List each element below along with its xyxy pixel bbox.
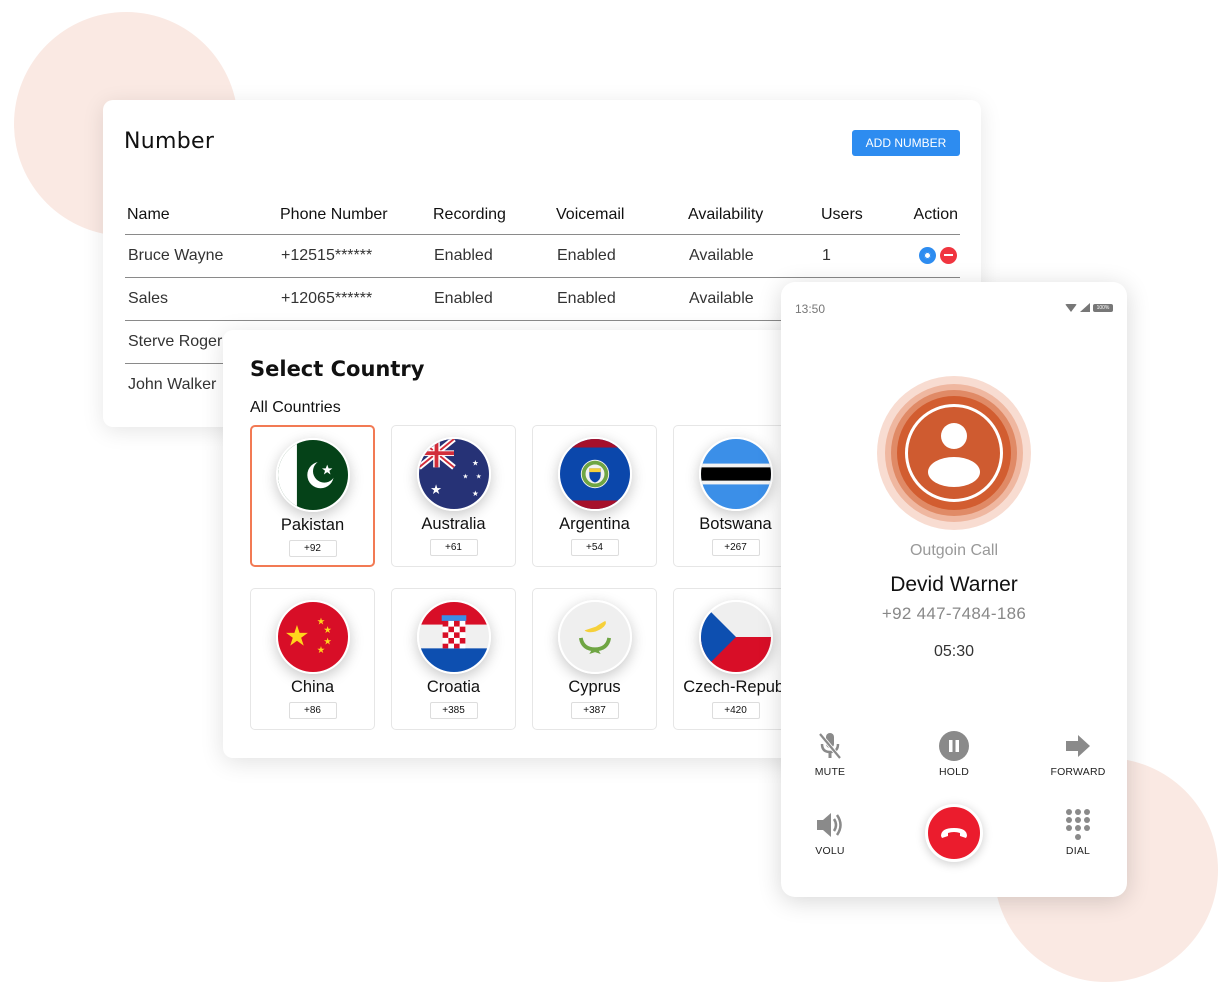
china-flag-icon: ★ ★ ★ ★ ★	[275, 600, 350, 674]
cell-name: Bruce Wayne	[125, 234, 278, 278]
cell-recording: Enabled	[431, 234, 554, 278]
cell-availability: Available	[686, 234, 819, 278]
mic-off-icon	[785, 730, 875, 762]
country-tile-cyprus[interactable]: Cyprus +387	[532, 588, 657, 730]
user-icon	[905, 404, 1003, 502]
dial-code: +420	[711, 702, 760, 719]
status-bar-icons: 100%	[1065, 303, 1113, 312]
volume-button[interactable]: VOLU	[785, 809, 875, 857]
signal-icon	[1080, 303, 1090, 312]
country-tile-china[interactable]: ★ ★ ★ ★ ★ China +86	[250, 588, 375, 730]
status-bar-time: 13:50	[795, 302, 826, 316]
hold-label: HOLD	[939, 766, 969, 778]
czech-flag-icon	[698, 600, 773, 674]
caller-number: +92 447-7484-186	[881, 604, 1027, 623]
caller-name: Devid Warner	[890, 573, 1018, 596]
cell-phone: +12515******	[278, 234, 431, 278]
section-label: All Countries	[250, 399, 341, 416]
column-header-users[interactable]: Users	[819, 196, 889, 235]
panel-title: Number	[124, 129, 215, 154]
cell-users: 1	[819, 234, 889, 278]
dial-code: +86	[288, 702, 337, 719]
svg-text:★: ★	[430, 482, 442, 497]
cell-name: Sales	[125, 277, 278, 321]
country-name: Cyprus	[568, 678, 621, 696]
country-name: Botswana	[699, 515, 772, 533]
speaker-icon	[785, 809, 875, 841]
hang-up-icon	[941, 828, 967, 838]
forward-arrow-icon	[1033, 730, 1123, 762]
svg-text:★: ★	[462, 474, 468, 481]
country-tile-croatia[interactable]: Croatia +385	[391, 588, 516, 730]
hold-button[interactable]: HOLD	[909, 730, 999, 778]
botswana-flag-icon	[698, 437, 773, 511]
cyprus-flag-icon	[557, 600, 632, 674]
cell-actions	[889, 234, 960, 278]
dial-code: +385	[429, 702, 478, 719]
country-tile-australia[interactable]: ★ ★ ★ ★ ★ Australia +61	[391, 425, 516, 567]
country-tile-czech-republic[interactable]: Czech-Republ +420	[673, 588, 798, 730]
column-header-availability[interactable]: Availability	[686, 196, 819, 235]
column-header-recording[interactable]: Recording	[431, 196, 554, 235]
croatia-flag-icon	[416, 600, 491, 674]
call-status: Outgoin Call	[909, 542, 999, 559]
svg-text:★: ★	[316, 645, 324, 656]
cell-phone: +12065******	[278, 277, 431, 321]
dial-code: +61	[429, 539, 478, 556]
volume-label: VOLU	[815, 845, 845, 857]
wifi-icon	[1065, 303, 1077, 312]
column-header-voicemail[interactable]: Voicemail	[554, 196, 686, 235]
dial-label: DIAL	[1065, 845, 1091, 857]
belize-style-flag-icon	[557, 437, 632, 511]
country-tile-argentina[interactable]: Argentina +54	[532, 425, 657, 567]
dialpad-icon	[1033, 809, 1123, 841]
remove-icon[interactable]	[940, 246, 957, 264]
dial-code: +387	[570, 702, 619, 719]
country-name: Croatia	[426, 678, 481, 696]
dial-code: +92	[288, 540, 337, 557]
end-call-button[interactable]	[925, 804, 983, 862]
pause-icon	[909, 730, 999, 762]
table-row[interactable]: Bruce Wayne +12515****** Enabled Enabled…	[125, 234, 960, 278]
settings-icon[interactable]	[919, 246, 936, 264]
caller-avatar	[877, 376, 1031, 530]
country-tile-botswana[interactable]: Botswana +267	[673, 425, 798, 567]
svg-text:★: ★	[323, 625, 331, 636]
dial-code: +267	[711, 539, 760, 556]
forward-label: FORWARD	[1050, 766, 1106, 778]
column-header-phone[interactable]: Phone Number	[278, 196, 431, 235]
cell-recording: Enabled	[431, 277, 554, 321]
battery-icon: 100%	[1093, 303, 1113, 312]
cell-voicemail: Enabled	[554, 277, 686, 321]
mute-button[interactable]: MUTE	[785, 730, 875, 778]
column-header-action: Action	[889, 196, 960, 235]
svg-text:★: ★	[471, 489, 478, 498]
svg-text:★: ★	[475, 474, 481, 481]
country-name: China	[290, 678, 335, 696]
country-name: Australia	[421, 515, 486, 533]
cell-voicemail: Enabled	[554, 234, 686, 278]
australia-flag-icon: ★ ★ ★ ★ ★	[416, 437, 491, 511]
country-name: Czech-Republ	[683, 678, 788, 696]
mute-label: MUTE	[814, 766, 846, 778]
panel-title: Select Country	[250, 357, 425, 381]
country-name: Pakistan	[280, 516, 345, 534]
country-tile-pakistan[interactable]: Pakistan +92	[250, 425, 375, 567]
pakistan-flag-icon	[275, 438, 350, 512]
add-number-button[interactable]: ADD NUMBER	[852, 130, 960, 156]
column-header-name[interactable]: Name	[125, 196, 278, 235]
phone-call-screen: 13:50 100% Outgoin Call Devid Warner +92…	[781, 282, 1127, 897]
select-country-panel: Select Country All Countries Pakistan +9…	[223, 330, 823, 758]
svg-text:★: ★	[284, 621, 309, 653]
dial-code: +54	[570, 539, 619, 556]
country-name: Argentina	[559, 515, 630, 533]
svg-text:★: ★	[471, 458, 478, 467]
forward-button[interactable]: FORWARD	[1033, 730, 1123, 778]
dialpad-button[interactable]: DIAL	[1033, 809, 1123, 857]
call-timer: 05:30	[933, 643, 975, 660]
table-header-row: Name Phone Number Recording Voicemail Av…	[125, 196, 960, 235]
